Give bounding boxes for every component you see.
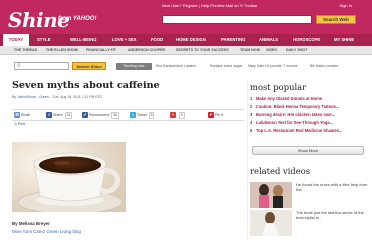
trending-item[interactable]: Replace some sugar bbox=[210, 63, 242, 70]
coffee-photo bbox=[12, 142, 126, 212]
more-from-link[interactable]: More from Care2 Green Living blog bbox=[12, 229, 81, 234]
nav-style[interactable]: STYLE bbox=[37, 34, 51, 46]
signin-link[interactable]: Sign In bbox=[340, 3, 352, 8]
like-icon: ✔ bbox=[82, 112, 88, 119]
nav-parenting[interactable]: PARENTING bbox=[221, 34, 245, 46]
pinterest-icon: P bbox=[208, 112, 214, 119]
subnav-ellen-show[interactable]: THE ELLEN SHOW bbox=[46, 46, 78, 55]
shine-search-input[interactable]: ⚲ bbox=[14, 62, 69, 70]
facebook-icon: f bbox=[46, 112, 52, 119]
sub-nav: THE THREAD THE ELLEN SHOW FINANCIALLY FI… bbox=[0, 46, 372, 55]
video-title[interactable]: The bride just the fashion sense of the … bbox=[296, 210, 368, 220]
tweet-button[interactable]: t Tweet 9 bbox=[130, 112, 155, 119]
nav-my-shine[interactable]: MY SHINE bbox=[334, 34, 354, 46]
subnav-secrets-success[interactable]: SECRETS TO YOUR SUCCESS bbox=[176, 46, 229, 55]
popular-item[interactable]: 2 Caution: Black Henna Temporary Tattoos.… bbox=[250, 103, 368, 111]
article-byline: By YahooShine - Green – Tue, Aug 16, 201… bbox=[12, 95, 103, 99]
byline-date: Tue, Aug 16, 2011 7:11 PM EDT bbox=[52, 95, 103, 99]
video-thumbnail[interactable] bbox=[250, 210, 292, 236]
print-link[interactable]: ⎙ Print bbox=[14, 122, 25, 126]
nav-animals[interactable]: ANIMALS bbox=[259, 34, 278, 46]
top-header: Shine from YAHOO! New User? Register | H… bbox=[0, 0, 372, 34]
article-title: Seven myths about caffeine bbox=[12, 80, 160, 91]
popular-item[interactable]: 4 Lululemon Test for See-Through Yoga... bbox=[250, 119, 368, 127]
share-button[interactable]: f Share 21 bbox=[46, 112, 73, 119]
subnav-team-now[interactable]: TEAM NOW bbox=[240, 46, 260, 55]
subnav-video[interactable]: VIDEO bbox=[266, 46, 277, 55]
recommend-count: 90 bbox=[111, 112, 120, 119]
search-shine-button[interactable]: Search Shine bbox=[72, 62, 106, 70]
recommend-button[interactable]: ✔ Recommend 90 bbox=[82, 112, 120, 119]
search-icon: ⚲ bbox=[17, 63, 21, 69]
nav-home-design[interactable]: HOME DESIGN bbox=[176, 34, 206, 46]
email-icon: ✉ bbox=[14, 112, 20, 119]
nav-well-being[interactable]: WELL-BEING bbox=[70, 34, 97, 46]
subnav-the-thread[interactable]: THE THREAD bbox=[14, 46, 37, 55]
google-plus-icon: + bbox=[170, 112, 176, 119]
search-web-button[interactable]: Search Web bbox=[316, 15, 356, 24]
subnav-daily-shot[interactable]: DAILY SHOT bbox=[286, 46, 307, 55]
print-icon: ⎙ bbox=[14, 122, 17, 126]
plusone-count: 0 bbox=[179, 112, 185, 119]
share-count: 21 bbox=[64, 112, 73, 119]
nav-horoscope[interactable]: HOROSCOPE bbox=[293, 34, 320, 46]
tweet-count: 9 bbox=[148, 112, 155, 119]
column-divider bbox=[247, 80, 248, 240]
subnav-anderson-cooper[interactable]: ANDERSON COOPER bbox=[128, 46, 165, 55]
subnav-financially-fit[interactable]: FINANCIALLY FIT bbox=[86, 46, 116, 55]
trending-label: Trending now: bbox=[116, 63, 152, 70]
yahoo-logo[interactable]: from YAHOO! bbox=[58, 16, 96, 22]
video-title[interactable]: He found the dress with a little help fr… bbox=[296, 182, 368, 192]
email-button[interactable]: ✉ Email bbox=[14, 112, 30, 119]
share-toolbar: ✉ Email f Share 21 ✔ Recommend 90 t Tweet 9 +0 … bbox=[12, 109, 244, 121]
show-more-button[interactable]: Show More bbox=[252, 146, 364, 155]
related-video-item[interactable]: The bride just the fashion sense of the … bbox=[250, 210, 368, 236]
pin-button[interactable]: P Pin it bbox=[208, 112, 223, 119]
trending-item[interactable]: Kim Kardashian's Lipstick bbox=[156, 63, 196, 70]
nav-love-sex[interactable]: LOVE + SEX bbox=[112, 34, 137, 46]
twitter-icon: t bbox=[130, 112, 136, 119]
plusone-button[interactable]: +0 bbox=[170, 112, 185, 119]
popular-item[interactable]: 1 Make Any Glazed Donuts at Home bbox=[250, 95, 368, 103]
related-video-item[interactable]: He found the dress with a little help fr… bbox=[250, 182, 368, 208]
most-popular-heading: most popular bbox=[250, 82, 307, 92]
trending-item[interactable]: Mary Kate 18 pounds, 7 ounces bbox=[248, 63, 297, 70]
most-popular-list: 1 Make Any Glazed Donuts at Home 2 Caution… bbox=[250, 95, 368, 135]
coffee-cup-image bbox=[12, 142, 126, 212]
popular-item[interactable]: 3 Burning desire: Hot chicken takes over.… bbox=[250, 111, 368, 119]
nav-food[interactable]: FOOD bbox=[151, 34, 163, 46]
popular-item[interactable]: 5 Top L.A. Restaurant Red Medicine Shames… bbox=[250, 127, 368, 135]
main-nav: TODAY STYLE WELL-BEING LOVE + SEX FOOD H… bbox=[0, 34, 372, 46]
trending-item[interactable]: Bill Gates condom bbox=[310, 63, 338, 70]
video-thumbnail[interactable] bbox=[250, 182, 292, 208]
byline-source[interactable]: YahooShine - Green bbox=[17, 95, 49, 99]
byline-prefix: By bbox=[12, 95, 17, 99]
article-author: By Melissa Breyer bbox=[12, 221, 50, 226]
nav-today[interactable]: TODAY bbox=[3, 34, 29, 46]
top-links[interactable]: New User? Register | Help Preview Mail o… bbox=[162, 3, 258, 8]
web-search-input[interactable] bbox=[162, 15, 312, 24]
related-videos-heading: related videos bbox=[250, 166, 311, 176]
